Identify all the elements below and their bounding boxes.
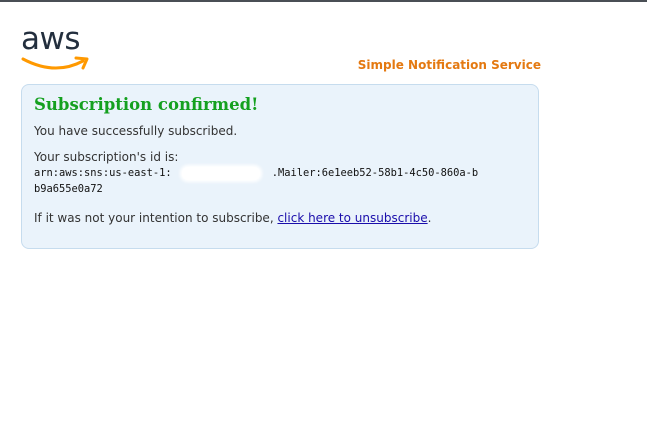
unsubscribe-line: If it was not your intention to subscrib… — [34, 210, 526, 226]
unsubscribe-prefix: If it was not your intention to subscrib… — [34, 211, 278, 225]
sns-confirmation-page: aws Simple Notification Service Subscrip… — [0, 0, 647, 435]
confirmation-panel: Subscription confirmed! You have success… — [21, 84, 539, 249]
subscription-arn-wrapper: arn:aws:sns:us-east-1: .Mailer:6e1eeb52-… — [34, 165, 484, 197]
unsubscribe-suffix: . — [427, 211, 432, 225]
service-name: Simple Notification Service — [357, 58, 541, 72]
aws-logo-text: aws — [21, 21, 81, 57]
success-message: You have successfully subscribed. — [34, 124, 238, 138]
aws-smile-icon — [21, 56, 89, 70]
redacted-account-id — [182, 167, 260, 180]
unsubscribe-link[interactable]: click here to unsubscribe — [277, 211, 427, 225]
subscription-id-label: Your subscription's id is: — [34, 150, 179, 164]
confirmation-title: Subscription confirmed! — [34, 95, 259, 114]
aws-logo: aws — [21, 22, 91, 76]
